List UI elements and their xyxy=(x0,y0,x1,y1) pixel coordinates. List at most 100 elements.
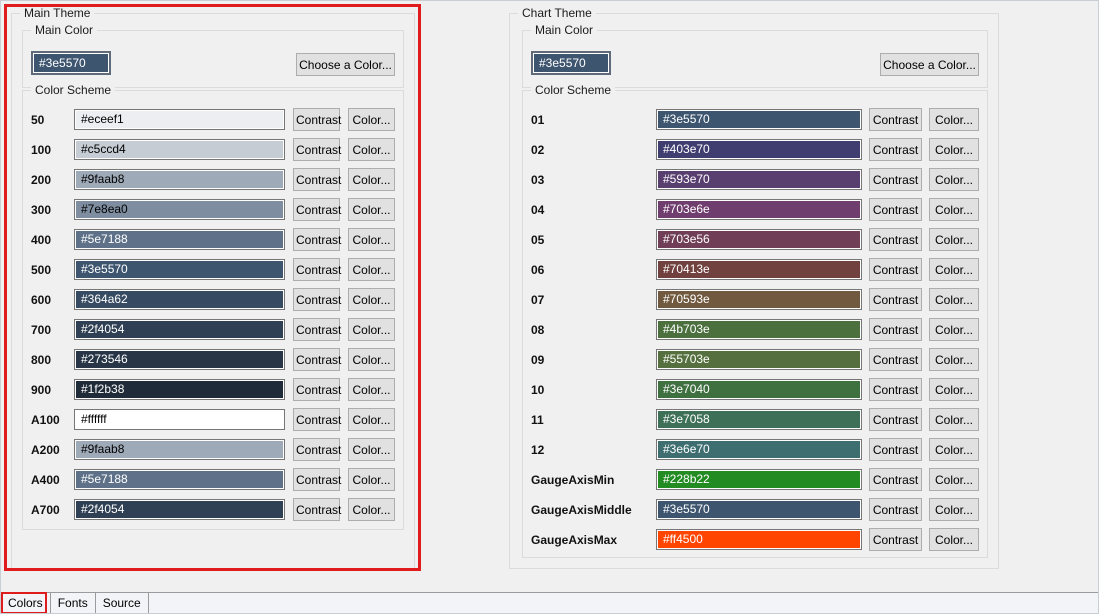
contrast-button[interactable]: Contrast xyxy=(293,108,340,131)
contrast-button[interactable]: Contrast xyxy=(293,468,340,491)
color-swatch-field[interactable]: #5e7188 xyxy=(74,229,285,250)
main-color-swatch-field[interactable]: #3e5570 xyxy=(531,51,611,75)
choose-color-button[interactable]: Choose a Color... xyxy=(880,53,979,76)
color-button[interactable]: Color... xyxy=(348,198,395,221)
choose-color-button[interactable]: Choose a Color... xyxy=(296,53,395,76)
color-swatch-field[interactable]: #c5ccd4 xyxy=(74,139,285,160)
contrast-button[interactable]: Contrast xyxy=(869,108,922,131)
color-hex-value: #3e5570 xyxy=(658,501,860,518)
color-button[interactable]: Color... xyxy=(929,468,979,491)
color-swatch-field[interactable]: #273546 xyxy=(74,349,285,370)
color-button[interactable]: Color... xyxy=(348,318,395,341)
scheme-key-label: 03 xyxy=(531,173,649,187)
contrast-button[interactable]: Contrast xyxy=(869,498,922,521)
contrast-button[interactable]: Contrast xyxy=(293,318,340,341)
color-swatch-field[interactable]: #eceef1 xyxy=(74,109,285,130)
color-swatch-field[interactable]: #ffffff xyxy=(74,409,285,430)
color-swatch-field[interactable]: #703e6e xyxy=(656,199,862,220)
color-button[interactable]: Color... xyxy=(929,228,979,251)
contrast-button[interactable]: Contrast xyxy=(293,228,340,251)
contrast-button[interactable]: Contrast xyxy=(869,378,922,401)
contrast-button[interactable]: Contrast xyxy=(869,348,922,371)
color-swatch-field[interactable]: #4b703e xyxy=(656,319,862,340)
tab-colors[interactable]: Colors xyxy=(1,593,51,614)
scheme-key-label: GaugeAxisMin xyxy=(531,473,649,487)
color-swatch-field[interactable]: #364a62 xyxy=(74,289,285,310)
tab-fonts[interactable]: Fonts xyxy=(51,593,96,614)
contrast-button[interactable]: Contrast xyxy=(293,288,340,311)
tab-source[interactable]: Source xyxy=(96,593,149,614)
color-button[interactable]: Color... xyxy=(348,138,395,161)
color-button[interactable]: Color... xyxy=(348,438,395,461)
color-swatch-field[interactable]: #3e7040 xyxy=(656,379,862,400)
color-swatch-field[interactable]: #2f4054 xyxy=(74,499,285,520)
contrast-button[interactable]: Contrast xyxy=(293,168,340,191)
color-swatch-field[interactable]: #3e7058 xyxy=(656,409,862,430)
color-button[interactable]: Color... xyxy=(929,408,979,431)
color-swatch-field[interactable]: #9faab8 xyxy=(74,169,285,190)
color-swatch-field[interactable]: #1f2b38 xyxy=(74,379,285,400)
color-swatch-field[interactable]: #3e5570 xyxy=(656,109,862,130)
main-color-swatch-field[interactable]: #3e5570 xyxy=(31,51,111,75)
color-button[interactable]: Color... xyxy=(348,168,395,191)
color-button[interactable]: Color... xyxy=(348,108,395,131)
contrast-button[interactable]: Contrast xyxy=(869,408,922,431)
color-swatch-field[interactable]: #3e6e70 xyxy=(656,439,862,460)
main-theme-color-scheme-group: Color Scheme 50#eceef1ContrastColor...10… xyxy=(22,90,404,530)
color-button[interactable]: Color... xyxy=(348,498,395,521)
color-swatch-field[interactable]: #70413e xyxy=(656,259,862,280)
contrast-button[interactable]: Contrast xyxy=(293,198,340,221)
color-button[interactable]: Color... xyxy=(348,228,395,251)
chart-theme-color-scheme-group: Color Scheme 01#3e5570ContrastColor...02… xyxy=(522,90,988,558)
color-swatch-field[interactable]: #703e56 xyxy=(656,229,862,250)
color-button[interactable]: Color... xyxy=(929,528,979,551)
color-swatch-field[interactable]: #ff4500 xyxy=(656,529,862,550)
color-swatch-field[interactable]: #2f4054 xyxy=(74,319,285,340)
contrast-button[interactable]: Contrast xyxy=(869,228,922,251)
contrast-button[interactable]: Contrast xyxy=(293,258,340,281)
contrast-button[interactable]: Contrast xyxy=(869,318,922,341)
color-button[interactable]: Color... xyxy=(929,198,979,221)
contrast-button[interactable]: Contrast xyxy=(869,138,922,161)
color-swatch-field[interactable]: #3e5570 xyxy=(74,259,285,280)
color-button[interactable]: Color... xyxy=(929,168,979,191)
color-swatch-field[interactable]: #55703e xyxy=(656,349,862,370)
color-button[interactable]: Color... xyxy=(929,258,979,281)
contrast-button[interactable]: Contrast xyxy=(293,378,340,401)
contrast-button[interactable]: Contrast xyxy=(869,168,922,191)
color-button[interactable]: Color... xyxy=(929,288,979,311)
contrast-button[interactable]: Contrast xyxy=(869,288,922,311)
color-button[interactable]: Color... xyxy=(929,138,979,161)
contrast-button[interactable]: Contrast xyxy=(869,438,922,461)
color-button[interactable]: Color... xyxy=(348,348,395,371)
color-button[interactable]: Color... xyxy=(348,288,395,311)
color-button[interactable]: Color... xyxy=(348,378,395,401)
color-button[interactable]: Color... xyxy=(929,438,979,461)
color-swatch-field[interactable]: #7e8ea0 xyxy=(74,199,285,220)
color-button[interactable]: Color... xyxy=(929,378,979,401)
color-swatch-field[interactable]: #3e5570 xyxy=(656,499,862,520)
color-swatch-field[interactable]: #9faab8 xyxy=(74,439,285,460)
contrast-button[interactable]: Contrast xyxy=(869,258,922,281)
contrast-button[interactable]: Contrast xyxy=(869,468,922,491)
color-button[interactable]: Color... xyxy=(348,408,395,431)
color-swatch-field[interactable]: #403e70 xyxy=(656,139,862,160)
color-swatch-field[interactable]: #228b22 xyxy=(656,469,862,490)
color-button[interactable]: Color... xyxy=(929,498,979,521)
color-button[interactable]: Color... xyxy=(348,468,395,491)
color-button[interactable]: Color... xyxy=(929,108,979,131)
color-swatch-field[interactable]: #593e70 xyxy=(656,169,862,190)
contrast-button[interactable]: Contrast xyxy=(293,138,340,161)
contrast-button[interactable]: Contrast xyxy=(293,348,340,371)
color-hex-value: #273546 xyxy=(76,351,283,368)
contrast-button[interactable]: Contrast xyxy=(293,498,340,521)
contrast-button[interactable]: Contrast xyxy=(293,408,340,431)
color-button[interactable]: Color... xyxy=(929,348,979,371)
contrast-button[interactable]: Contrast xyxy=(869,198,922,221)
color-button[interactable]: Color... xyxy=(348,258,395,281)
color-button[interactable]: Color... xyxy=(929,318,979,341)
contrast-button[interactable]: Contrast xyxy=(293,438,340,461)
color-swatch-field[interactable]: #5e7188 xyxy=(74,469,285,490)
color-swatch-field[interactable]: #70593e xyxy=(656,289,862,310)
contrast-button[interactable]: Contrast xyxy=(869,528,922,551)
